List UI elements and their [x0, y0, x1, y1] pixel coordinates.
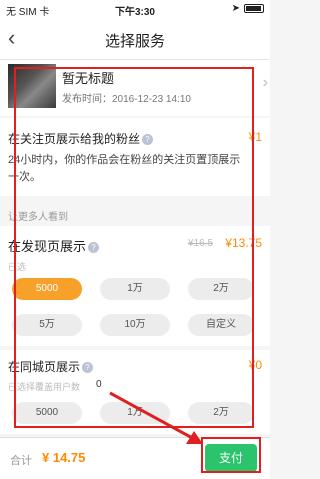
local-promo-count: 0 [96, 379, 102, 390]
more-exposure-label: 让更多人看到 [8, 212, 68, 223]
video-card: 暂无标题 发布时间：2016-12-23 14:10 › [0, 60, 270, 116]
status-time: 下午3:30 [114, 7, 155, 18]
local-option-10k[interactable]: 1万 [100, 402, 170, 424]
discover-hint: 已选 [8, 262, 27, 272]
discover-option-50k[interactable]: 5万 [12, 314, 82, 336]
pay-button[interactable]: 支付 [205, 444, 257, 472]
help-icon[interactable]: ? [88, 242, 100, 254]
local-promo-title: 在同城页展示? [8, 358, 94, 375]
location-icon: ➤ [231, 3, 240, 14]
discover-promo-title: 在发现页展示? [8, 236, 100, 255]
followers-promo-section[interactable]: 在关注页展示给我的粉丝? ¥1 24小时内，你的作品会在粉丝的关注页置顶展示一次… [0, 118, 270, 196]
local-promo-hint: 已选择覆盖用户数 [8, 382, 81, 392]
discover-option-20k[interactable]: 2万 [188, 278, 254, 300]
help-icon[interactable]: ? [142, 134, 154, 146]
page-title: 选择服务 [104, 33, 165, 50]
local-option-5000[interactable]: 5000 [12, 402, 82, 424]
local-promo-price: ¥0 [248, 358, 262, 372]
local-option-20k[interactable]: 2万 [188, 402, 254, 424]
discover-promo-section: 在发现页展示? ¥16.5 ¥13.75 已选 5000 1万 2万 5万 10… [0, 226, 270, 346]
nav-bar: ‹ 选择服务 [0, 18, 270, 60]
status-bar: 无 SIM 卡 下午3:30 ➤ [0, 0, 270, 18]
followers-promo-title: 在关注页展示给我的粉丝? [8, 130, 154, 147]
status-icons: ➤ [232, 3, 264, 14]
video-thumbnail [8, 64, 56, 108]
discover-option-custom[interactable]: 自定义 [188, 314, 254, 336]
discover-option-5000[interactable]: 5000 [12, 278, 82, 300]
discover-old-price: ¥16.5 [188, 238, 214, 249]
total-value: ¥ 14.75 [42, 450, 86, 465]
chevron-right-icon: › [262, 74, 268, 91]
video-title: 暂无标题 [62, 71, 115, 86]
help-icon[interactable]: ? [82, 362, 94, 374]
battery-icon [244, 4, 264, 13]
discover-new-price: ¥13.75 [225, 236, 262, 250]
followers-promo-price: ¥1 [248, 130, 262, 144]
followers-promo-description: 24小时内，你的作品会在粉丝的关注页置顶展示一次。 [8, 154, 241, 183]
video-date: 发布时间：2016-12-23 14:10 [62, 94, 191, 105]
discover-option-10k[interactable]: 1万 [100, 278, 170, 300]
checkout-footer: 合计 ¥ 14.75 支付 [0, 437, 270, 479]
total-label: 合计 [10, 455, 32, 467]
discover-option-100k[interactable]: 10万 [100, 314, 170, 336]
local-promo-section: 在同城页展示? ¥0 已选择覆盖用户数 0 5000 1万 2万 [0, 350, 270, 434]
